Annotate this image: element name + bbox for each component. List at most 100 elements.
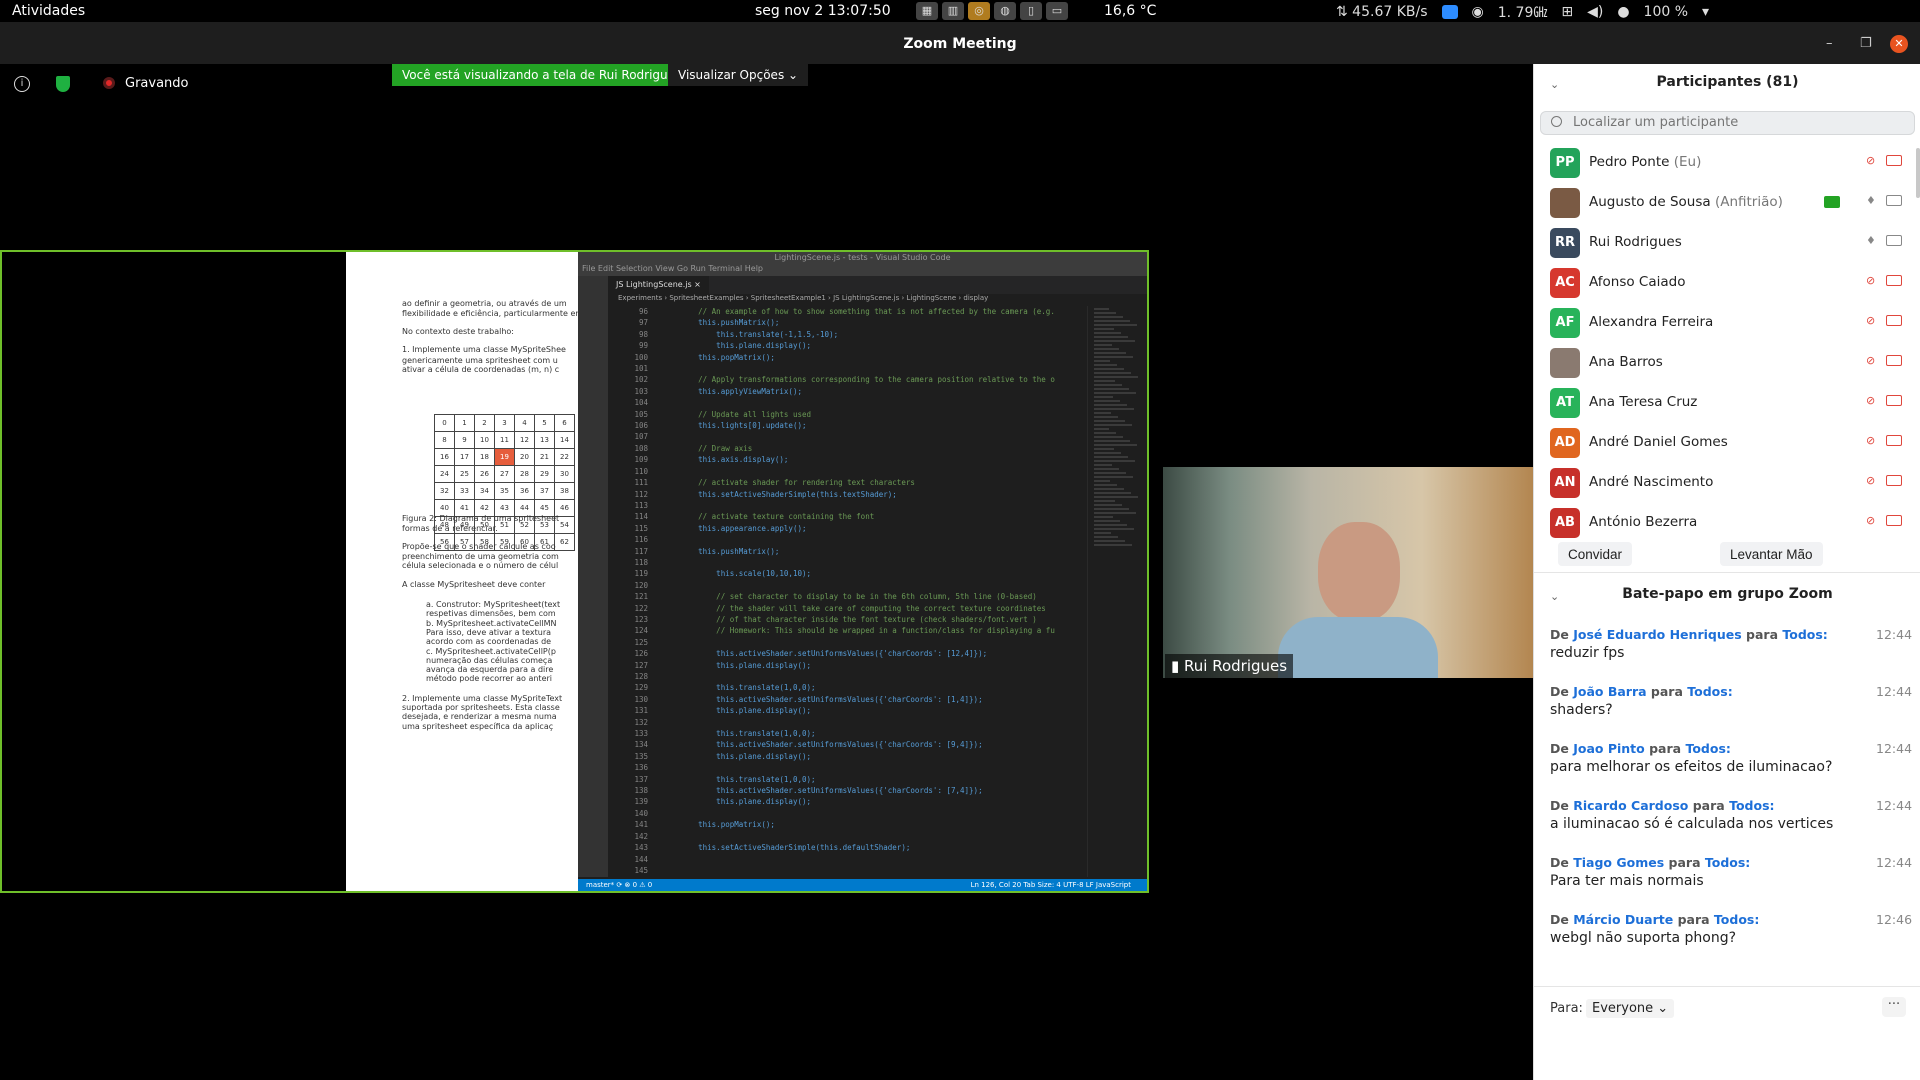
grid-cell: 27 [494, 465, 515, 483]
vscode-status-bar: master* ⟳ ⊗ 0 ⚠ 0 Ln 126, Col 20 Tab Siz… [578, 879, 1147, 891]
muted-mic-icon[interactable]: ⊘ [1866, 354, 1878, 369]
minimap-line [1094, 324, 1137, 326]
power-menu-icon[interactable]: ▾ [1702, 4, 1709, 20]
code-line: 96 // An example of how to show somethin… [608, 306, 1087, 317]
grid-row: 0123456 [434, 414, 575, 432]
line-number: 137 [634, 774, 648, 784]
raise-hand-button[interactable]: Levantar Mão [1720, 542, 1823, 566]
globe-icon[interactable]: ◍ [994, 2, 1016, 20]
maximize-icon[interactable]: ❐ [1860, 36, 1872, 51]
code-line: 100 this.popMatrix(); [608, 352, 1087, 363]
grid-cell: 37 [534, 482, 555, 500]
video-off-icon[interactable] [1886, 275, 1902, 286]
status-area[interactable]: ⇅ 45.67 KB/s ◉ 1. 79㎓ ⊞ ◀) ● 100 % ▾ [1336, 2, 1709, 22]
participants-scrollbar[interactable] [1916, 148, 1920, 198]
participant-row[interactable]: Augusto de Sousa (Anfitrião) ♦ [1534, 182, 1914, 222]
search-input[interactable] [1573, 115, 1903, 130]
activities-button[interactable]: Atividades [12, 3, 85, 19]
microphone-icon[interactable]: ● [1617, 4, 1629, 20]
video-off-icon[interactable] [1886, 315, 1902, 326]
chat-message: De João Barra para Todos: 12:44 shaders? [1534, 680, 1920, 737]
muted-mic-icon[interactable]: ⊘ [1866, 314, 1878, 329]
participant-row[interactable]: AD André Daniel Gomes ⊘ [1534, 422, 1914, 462]
muted-mic-icon[interactable]: ⊘ [1866, 474, 1878, 489]
security-shield-icon[interactable] [56, 76, 70, 92]
participant-row[interactable]: RR Rui Rodrigues ♦ [1534, 222, 1914, 262]
video-off-icon[interactable] [1886, 475, 1902, 486]
chat-from: De Tiago Gomes para Todos: [1550, 855, 1750, 870]
video-off-icon[interactable] [1886, 515, 1902, 526]
muted-mic-icon[interactable]: ⊘ [1866, 274, 1878, 289]
mic-icon[interactable]: ♦ [1866, 234, 1878, 249]
participant-name-text: Afonso Caiado [1589, 274, 1686, 290]
line-number: 132 [634, 717, 648, 727]
participant-body [1278, 617, 1438, 678]
memory-icon[interactable]: ▥ [942, 2, 964, 20]
code-line: 99 this.plane.display(); [608, 340, 1087, 351]
chip-icon[interactable]: ◎ [968, 2, 990, 20]
to-word: para [1677, 912, 1710, 927]
code-line: 134 this.activeShader.setUniformsValues(… [608, 739, 1087, 750]
participant-row[interactable]: AB António Bezerra ⊘ [1534, 502, 1914, 542]
network-icon[interactable]: ⊞ [1561, 4, 1573, 20]
info-icon[interactable]: i [14, 76, 30, 92]
participant-video[interactable]: ▮ Rui Rodrigues [1163, 467, 1533, 678]
muted-mic-icon[interactable]: ⊘ [1866, 394, 1878, 409]
line-number: 144 [634, 854, 648, 864]
view-options-dropdown[interactable]: Visualizar Opções ⌄ [668, 64, 809, 86]
battery-indicator[interactable]: 100 % [1644, 4, 1688, 20]
chat-message: De Márcio Duarte para Todos: 12:46 webgl n… [1534, 908, 1920, 965]
video-icon[interactable] [1886, 195, 1902, 206]
more-options-button[interactable]: ··· [1882, 997, 1906, 1017]
video-off-icon[interactable] [1886, 155, 1902, 166]
grid-cell: 18 [474, 448, 495, 466]
clipboard-icon[interactable]: ▯ [1020, 2, 1042, 20]
participant-row[interactable]: PP Pedro Ponte (Eu) ⊘ [1534, 142, 1914, 182]
video-off-icon[interactable] [1886, 435, 1902, 446]
chat-recipient: Todos: [1687, 684, 1733, 699]
minimap-line [1094, 348, 1119, 350]
participant-row[interactable]: Ana Barros ⊘ [1534, 342, 1914, 382]
chat-recipient-select[interactable]: Everyone ⌄ [1586, 999, 1675, 1018]
code-text: this.appearance.apply(); [662, 523, 807, 533]
shared-screen[interactable]: 0 1 2 3 4 5 6 8 9 10 11 12 13 14 16 17 18 19 20 21 22 24 25 26 2… [0, 250, 1149, 893]
invite-button[interactable]: Convidar [1558, 542, 1633, 566]
participant-name: Rui Rodrigues [1589, 234, 1682, 250]
participant-row[interactable]: AC Afonso Caiado ⊘ [1534, 262, 1914, 302]
weather-indicator[interactable]: 16,6 °C [1104, 3, 1156, 19]
muted-mic-icon[interactable]: ⊘ [1866, 514, 1878, 529]
chat-sender: Márcio Duarte [1573, 912, 1674, 927]
minimap-line [1094, 540, 1125, 542]
minimap-line [1094, 452, 1121, 454]
minimap-line [1094, 400, 1120, 402]
grid-cell: 26 [474, 465, 495, 483]
participant-search[interactable] [1540, 111, 1915, 135]
video-off-icon[interactable] [1886, 395, 1902, 406]
network-speed: ⇅ 45.67 KB/s [1336, 4, 1428, 20]
chat-title: Bate-papo em grupo Zoom [1622, 586, 1833, 602]
code-line: 104 [608, 397, 1087, 408]
code-line: 130 this.activeShader.setUniformsValues(… [608, 694, 1087, 705]
participant-row[interactable]: AF Alexandra Ferreira ⊘ [1534, 302, 1914, 342]
zoom-tray-icon[interactable] [1441, 5, 1458, 19]
volume-icon[interactable]: ◀) [1587, 4, 1603, 20]
participant-row[interactable]: AN André Nascimento ⊘ [1534, 462, 1914, 502]
code-line: 113 [608, 500, 1087, 511]
discord-icon[interactable]: ◉ [1472, 4, 1484, 20]
video-icon[interactable] [1886, 235, 1902, 246]
participant-row[interactable]: AT Ana Teresa Cruz ⊘ [1534, 382, 1914, 422]
line-number: 138 [634, 786, 648, 796]
cpu-icon[interactable]: ▦ [916, 2, 938, 20]
muted-mic-icon[interactable]: ⊘ [1866, 434, 1878, 449]
minimize-icon[interactable]: – [1826, 36, 1833, 51]
clock[interactable]: seg nov 2 13:07:50 [755, 3, 891, 19]
close-icon[interactable]: ✕ [1890, 35, 1908, 53]
video-off-icon[interactable] [1886, 355, 1902, 366]
monitor-icon[interactable]: ▭ [1046, 2, 1068, 20]
mic-icon[interactable]: ♦ [1866, 194, 1878, 209]
muted-mic-icon[interactable]: ⊘ [1866, 154, 1878, 169]
code-line: 97 this.pushMatrix(); [608, 317, 1087, 328]
meeting-area: i Gravando Você está visualizando a tela… [0, 64, 1533, 1080]
code-text: // Homework: This should be wrapped in a… [662, 626, 1055, 636]
to-word: para [1649, 741, 1682, 756]
